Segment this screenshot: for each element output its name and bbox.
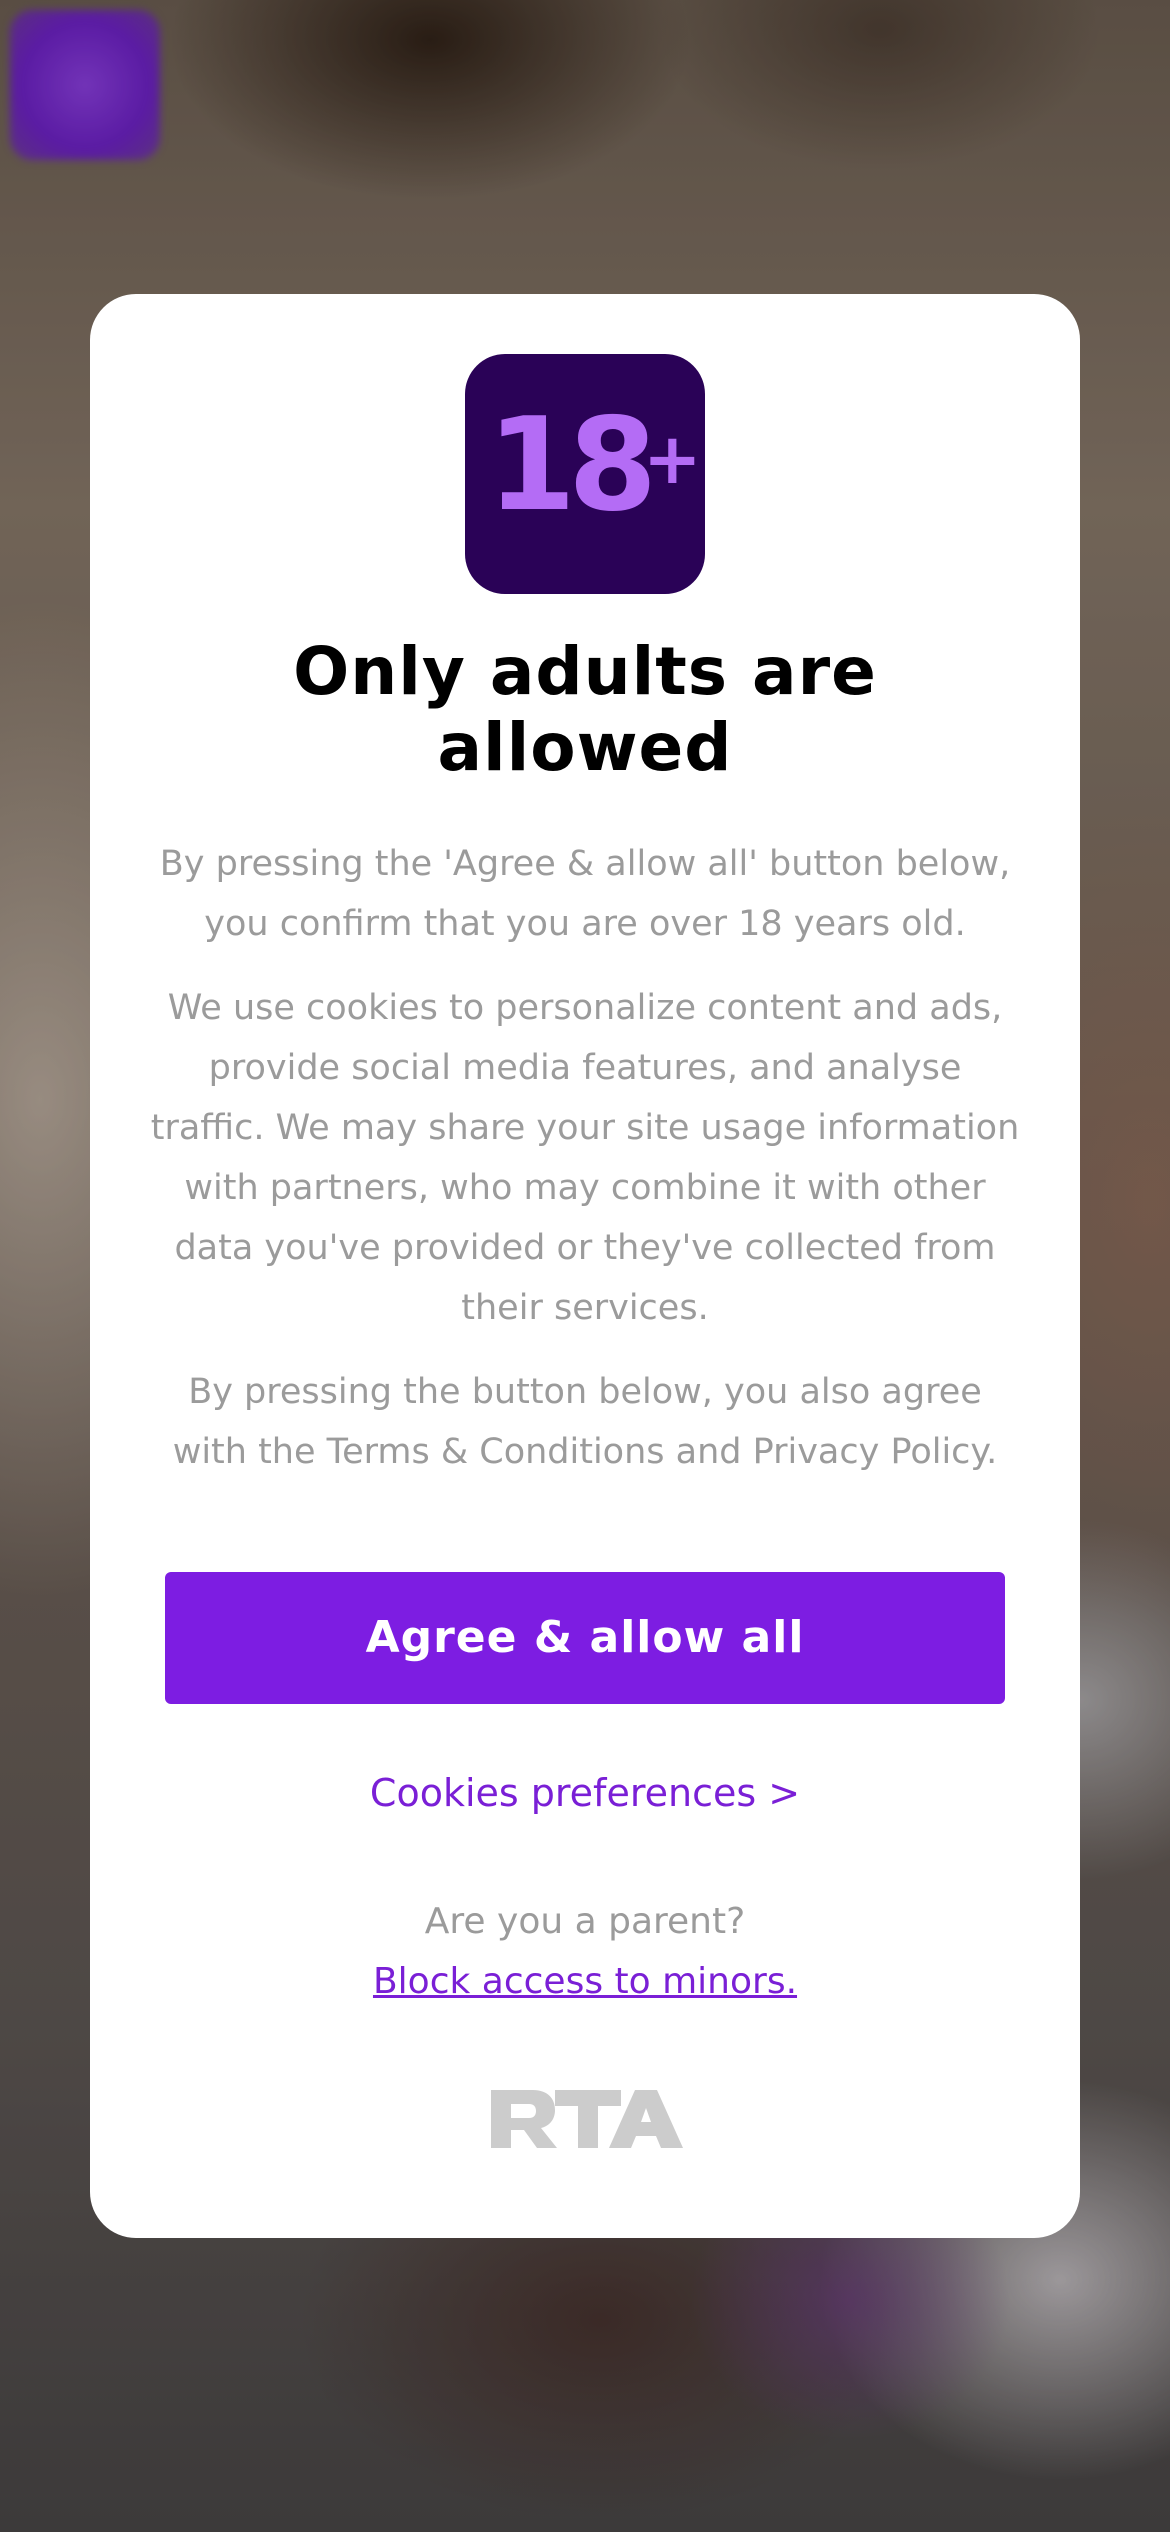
adult-18-plus-icon: 18 + — [465, 354, 705, 594]
age-verification-modal: 18 + Only adults are allowed By pressing… — [90, 294, 1080, 2238]
block-minors-link[interactable]: Block access to minors. — [335, 1957, 835, 2007]
modal-title: Only adults are allowed — [293, 633, 877, 786]
parent-question: Are you a parent? — [424, 1901, 746, 1942]
badge-number: 18 — [487, 391, 657, 540]
agree-allow-all-button[interactable]: Agree & allow all — [165, 1572, 1005, 1704]
badge-plus: + — [643, 418, 702, 500]
blurred-menu-icon — [10, 10, 160, 160]
cookies-info-text: We use cookies to personalize content an… — [150, 988, 1020, 1328]
cookies-preferences-link[interactable]: Cookies preferences > — [335, 1768, 835, 1818]
age-confirmation-text: By pressing the 'Agree & allow all' butt… — [159, 844, 1011, 944]
terms-agreement-text: By pressing the button below, you also a… — [172, 1372, 998, 1472]
rta-logo — [491, 2090, 683, 2148]
